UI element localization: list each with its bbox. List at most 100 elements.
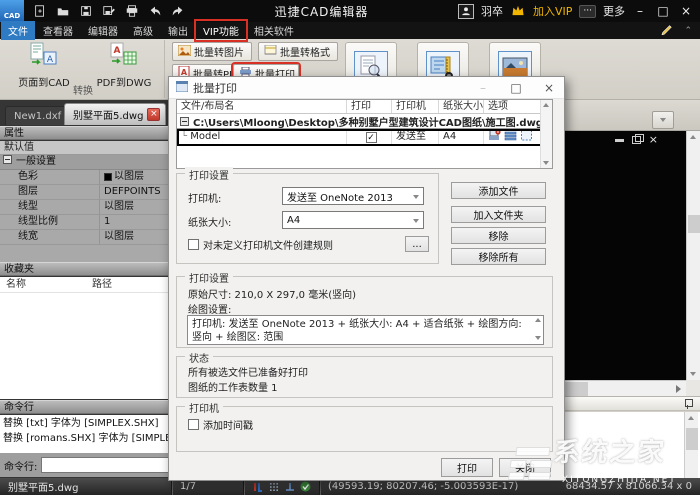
- more-options-icon[interactable]: ···: [579, 5, 596, 18]
- favorites-panel: 名称 路径: [0, 277, 178, 399]
- menu-advanced[interactable]: 高级: [126, 21, 160, 40]
- remove-button[interactable]: 移除: [451, 227, 546, 244]
- table-scrollbar[interactable]: [540, 100, 552, 168]
- dock-scrollbar[interactable]: [684, 412, 698, 478]
- add-folder-button[interactable]: 加入文件夹: [451, 206, 546, 223]
- print-icon[interactable]: [124, 4, 139, 19]
- osnap-check-icon[interactable]: [300, 481, 311, 492]
- collapse-group-icon[interactable]: [3, 155, 12, 164]
- doc-tab-new1[interactable]: New1.dxf: [5, 106, 70, 125]
- statusbar-dimensions: 68434.57 x 81066.34 x 0: [558, 478, 700, 495]
- join-vip-button[interactable]: 加入VIP: [533, 3, 572, 19]
- grid-snap-icon[interactable]: [268, 481, 279, 492]
- favorites-col-path[interactable]: 路径: [86, 277, 112, 292]
- layers-icon[interactable]: [504, 129, 517, 146]
- print-button[interactable]: 打印: [441, 458, 493, 477]
- add-file-button[interactable]: 添加文件: [451, 182, 546, 199]
- batch-convert-format-button[interactable]: 批量转格式: [258, 42, 338, 61]
- dialog-close-action-button[interactable]: 关闭: [499, 458, 551, 477]
- vertical-scrollbar[interactable]: [686, 131, 700, 380]
- scroll-down-icon[interactable]: [690, 372, 696, 376]
- dialog-title-bar[interactable]: 批量打印 – □ ×: [169, 77, 564, 99]
- favorites-panel-header[interactable]: 收藏夹: [0, 262, 178, 276]
- dialog-maximize-button[interactable]: □: [501, 77, 531, 99]
- col-printer[interactable]: 打印机: [392, 100, 439, 113]
- pdf-to-dwg-button[interactable]: A PDF到DWG: [88, 42, 160, 86]
- scroll-up-icon[interactable]: [535, 318, 541, 322]
- collapse-ribbon-icon[interactable]: ⌃: [684, 26, 692, 36]
- tab-list-dropdown-button[interactable]: [652, 111, 674, 129]
- new-file-icon[interactable]: [32, 4, 47, 19]
- minimize-button[interactable]: –: [632, 4, 648, 18]
- batch-to-image-button[interactable]: 批量转图片: [172, 42, 252, 61]
- menu-related-software[interactable]: 相关软件: [247, 21, 301, 40]
- mdi-minimize-icon[interactable]: [615, 139, 624, 142]
- property-row-linetype[interactable]: 线型 以图层: [0, 200, 178, 215]
- property-row-color[interactable]: 色彩 以图层: [0, 170, 178, 185]
- save-icon[interactable]: [78, 4, 93, 19]
- plot-area-icon[interactable]: [520, 129, 533, 146]
- dock-scroll-thumb[interactable]: [686, 428, 698, 450]
- printer-label: 打印机:: [188, 190, 221, 205]
- menu-file[interactable]: 文件: [1, 21, 35, 40]
- dialog-close-button[interactable]: ×: [534, 77, 564, 99]
- browse-rules-button[interactable]: ...: [405, 236, 429, 252]
- remove-all-button[interactable]: 移除所有: [451, 248, 546, 265]
- timestamp-checkbox[interactable]: [188, 419, 199, 430]
- rule-checkbox[interactable]: [188, 239, 199, 250]
- scroll-right-icon[interactable]: [676, 385, 681, 393]
- mdi-close-icon[interactable]: ×: [649, 135, 658, 145]
- more-button[interactable]: 更多: [603, 3, 625, 19]
- vertical-scroll-thumb[interactable]: [688, 215, 700, 233]
- statusbar-filename: 别墅平面5.dwg: [0, 478, 172, 495]
- property-row-lineweight[interactable]: 线宽 以图层: [0, 230, 178, 245]
- property-row-linetype-scale[interactable]: 线型比例 1: [0, 215, 178, 230]
- menu-viewer[interactable]: 查看器: [36, 21, 80, 40]
- favorites-col-name[interactable]: 名称: [0, 277, 86, 292]
- close-button[interactable]: ×: [678, 4, 694, 18]
- scroll-down-icon[interactable]: [535, 336, 541, 340]
- pencil-icon[interactable]: [660, 23, 674, 38]
- user-account-icon[interactable]: [458, 4, 474, 19]
- username[interactable]: 羽卒: [481, 3, 503, 19]
- col-options[interactable]: 选项: [484, 100, 542, 113]
- pin-icon[interactable]: [684, 399, 692, 409]
- file-group-row[interactable]: C:\Users\Mloong\Desktop\多种别墅户型建筑设计CAD图纸\…: [177, 114, 552, 129]
- paper-size-select[interactable]: A4: [282, 211, 424, 229]
- scroll-up-icon[interactable]: [543, 103, 549, 107]
- plot-config-icon[interactable]: [488, 129, 501, 146]
- ortho-mode-icon[interactable]: [284, 481, 295, 492]
- scroll-up-icon[interactable]: [690, 135, 696, 139]
- command-input[interactable]: [41, 457, 174, 473]
- menu-output[interactable]: 输出: [161, 21, 195, 40]
- timestamp-checkbox-row[interactable]: 添加时间戳: [188, 417, 253, 432]
- save-as-icon[interactable]: [101, 4, 116, 19]
- menu-vip-features[interactable]: VIP功能: [196, 21, 246, 40]
- maximize-button[interactable]: □: [655, 4, 671, 18]
- property-group-row[interactable]: 一般设置: [0, 155, 178, 170]
- printer-select[interactable]: 发送至 OneNote 2013: [282, 187, 424, 205]
- draw-settings-label: 绘图设置:: [188, 301, 231, 316]
- layout-row-model[interactable]: └ Model ✓ 发送至 A4: [177, 129, 552, 146]
- property-row-layer[interactable]: 图层 DEFPOINTS: [0, 185, 178, 200]
- redo-icon[interactable]: [170, 4, 185, 19]
- undo-icon[interactable]: [147, 4, 162, 19]
- crown-icon: [510, 4, 526, 19]
- scroll-down-icon[interactable]: [543, 161, 549, 165]
- polar-tracking-icon[interactable]: [252, 481, 263, 492]
- command-line-panel-header[interactable]: 命令行: [0, 400, 178, 414]
- tab-close-icon[interactable]: ×: [147, 108, 160, 121]
- col-paper-size[interactable]: 纸张大小: [439, 100, 484, 113]
- properties-panel-header[interactable]: 属性: [0, 126, 178, 140]
- col-print[interactable]: 打印: [347, 100, 392, 113]
- open-folder-icon[interactable]: [55, 4, 70, 19]
- page-to-cad-button[interactable]: A 页面到CAD: [8, 42, 80, 86]
- col-file-layout[interactable]: 文件/布局名: [177, 100, 347, 113]
- rule-checkbox-row[interactable]: 对未定义打印机文件创建规则: [188, 237, 333, 252]
- mdi-restore-icon[interactable]: [632, 136, 641, 144]
- collapse-file-icon[interactable]: [180, 117, 189, 126]
- doc-tab-villa-plan[interactable]: 别墅平面5.dwg ×: [64, 103, 166, 125]
- menu-editor[interactable]: 编辑器: [81, 21, 125, 40]
- print-checkbox[interactable]: ✓: [366, 132, 377, 143]
- scroll-up-icon[interactable]: [688, 416, 694, 420]
